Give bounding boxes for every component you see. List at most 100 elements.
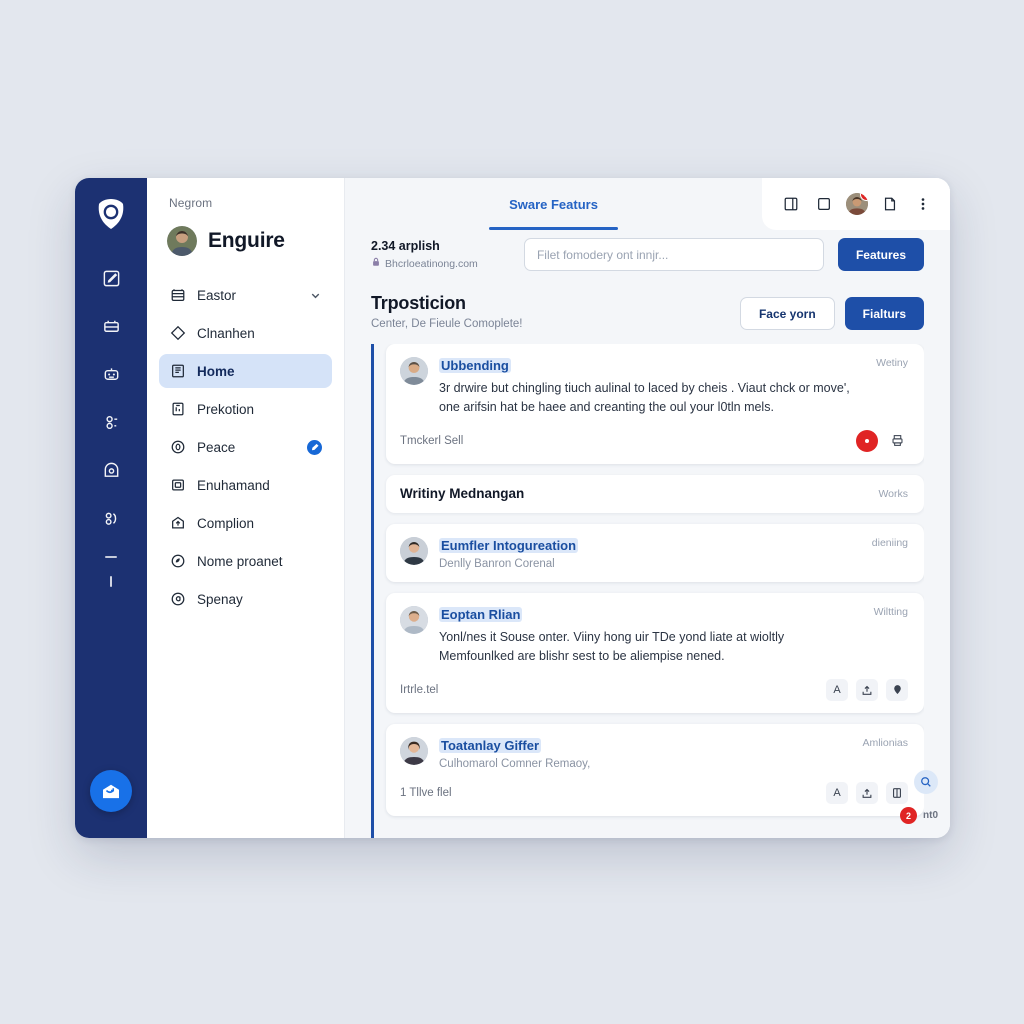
sidebar-item-nome-proanet[interactable]: Nome proanet bbox=[159, 544, 332, 578]
calendar-icon bbox=[169, 287, 186, 304]
account-avatar[interactable]: 1 bbox=[846, 193, 868, 215]
print-icon[interactable] bbox=[886, 430, 908, 452]
leaf-circle-icon bbox=[169, 553, 186, 570]
search-icon[interactable] bbox=[914, 770, 938, 794]
text-format-icon[interactable]: A bbox=[826, 781, 848, 804]
card-header: Eoptan Rlian Yonl/nes it Souse onter. Vi… bbox=[400, 605, 908, 667]
card-subtitle: Denlly Banron Corenal bbox=[439, 557, 555, 570]
more-vertical-icon[interactable] bbox=[912, 193, 934, 215]
notification-label: nt0 bbox=[923, 810, 938, 821]
edit-badge-icon[interactable] bbox=[307, 439, 322, 455]
upload-icon[interactable] bbox=[856, 781, 878, 804]
card-footer: Tmckerl Sell bbox=[400, 429, 908, 452]
card-body: Ubbending 3r drwire but chingling tiuch … bbox=[439, 357, 855, 418]
at-circle-icon bbox=[169, 591, 186, 608]
sidebar-item-clnanhen[interactable]: Clnanhen bbox=[159, 316, 332, 350]
book-icon bbox=[169, 363, 186, 380]
feed-list: Ubbending 3r drwire but chingling tiuch … bbox=[371, 344, 924, 838]
text-format-icon[interactable]: A bbox=[826, 678, 848, 701]
sidebar-item-prekotion[interactable]: Prekotion bbox=[159, 392, 332, 426]
floating-notification[interactable]: 2 nt0 bbox=[900, 807, 938, 824]
sidebar-item-label: Nome proanet bbox=[197, 553, 283, 569]
sidebar-item-label: Peace bbox=[197, 439, 236, 455]
icon-rail bbox=[75, 178, 147, 838]
filter-subtitle-row: Bhcrloeatinong.com bbox=[371, 257, 491, 270]
filter-subtitle: Bhcrloeatinong.com bbox=[385, 257, 478, 270]
chevron-down-icon[interactable] bbox=[309, 289, 322, 302]
list-item[interactable]: Writiny Mednangan Works bbox=[386, 474, 924, 513]
status-badge: dieniing bbox=[871, 536, 908, 549]
card-header: Ubbending 3r drwire but chingling tiuch … bbox=[400, 357, 908, 418]
brand-label: Negrom bbox=[169, 196, 213, 210]
card-footer: 1 Tllve flel A bbox=[400, 781, 908, 804]
sidebar-item-eastor[interactable]: Eastor bbox=[159, 278, 332, 312]
sidebar-user[interactable]: Enguire bbox=[159, 226, 332, 256]
list-item[interactable]: Eoptan Rlian Yonl/nes it Souse onter. Vi… bbox=[386, 592, 924, 713]
avatar bbox=[400, 357, 428, 385]
upload-box-icon bbox=[169, 515, 186, 532]
sidebar-item-label: Eastor bbox=[197, 287, 237, 303]
status-badge: Works bbox=[878, 487, 908, 500]
search-input[interactable] bbox=[523, 238, 824, 271]
card-author[interactable]: Toatanlay Giffer bbox=[439, 737, 542, 753]
zero-circle-icon bbox=[169, 439, 186, 456]
tab-sware-featurs[interactable]: Sware Featurs bbox=[489, 178, 618, 230]
sidebar-item-spenay[interactable]: Spenay bbox=[159, 582, 332, 616]
card-subtitle: Culhomarol Comner Remaoy, bbox=[439, 757, 591, 770]
card-body: Eumfler Intogureation Denlly Banron Core… bbox=[439, 537, 851, 570]
sidebar-user-name: Enguire bbox=[208, 229, 285, 252]
attachment-icon[interactable] bbox=[886, 781, 908, 804]
sidebar-item-label: Complion bbox=[197, 515, 255, 531]
workflow-icon[interactable] bbox=[93, 404, 129, 440]
avatar bbox=[400, 605, 428, 634]
record-icon[interactable] bbox=[856, 429, 878, 452]
rail-indicator bbox=[110, 576, 112, 587]
page-header-actions: Face yorn Fialturs bbox=[739, 293, 924, 330]
page-header: Trposticion Center, De Fieule Comoplete!… bbox=[371, 293, 924, 330]
card-text: Yonl/nes it Souse onter. Viiny hong uir … bbox=[439, 629, 785, 664]
card-author[interactable]: Eumfler Intogureation bbox=[439, 537, 579, 553]
list-item[interactable]: Toatanlay Giffer Culhomarol Comner Remao… bbox=[386, 723, 924, 816]
robot-icon[interactable] bbox=[93, 356, 129, 392]
card-author[interactable]: Ubbending bbox=[439, 358, 511, 373]
upload-icon[interactable] bbox=[856, 678, 878, 701]
card-footer-label: 1 Tllve flel bbox=[400, 786, 452, 799]
fialturs-button[interactable]: Fialturs bbox=[844, 297, 924, 330]
sidebar-item-label: Spenay bbox=[197, 591, 243, 607]
sidebar-item-peace[interactable]: Peace bbox=[159, 430, 332, 464]
square-icon[interactable] bbox=[813, 193, 835, 215]
list-item[interactable]: Ubbending 3r drwire but chingling tiuch … bbox=[386, 344, 924, 464]
sidebar-item-enuhamand[interactable]: Enuhamand bbox=[159, 468, 332, 502]
sidebar-item-home[interactable]: Home bbox=[159, 354, 332, 388]
sidebar-item-label: Clnanhen bbox=[197, 325, 255, 341]
card-header: Toatanlay Giffer Culhomarol Comner Remao… bbox=[400, 736, 908, 770]
card-actions: A bbox=[826, 678, 908, 701]
page-subtitle: Center, De Fieule Comoplete! bbox=[371, 318, 523, 330]
compose-icon[interactable] bbox=[93, 260, 129, 296]
list-item[interactable]: Eumfler Intogureation Denlly Banron Core… bbox=[386, 523, 924, 582]
face-yorn-button[interactable]: Face yorn bbox=[739, 297, 835, 330]
sidebar-item-label: Enuhamand bbox=[197, 477, 270, 493]
card-body: Eoptan Rlian Yonl/nes it Souse onter. Vi… bbox=[439, 606, 853, 667]
avatar bbox=[400, 736, 428, 765]
top-bar-actions: 1 bbox=[762, 178, 950, 230]
inbox-icon[interactable] bbox=[93, 308, 129, 344]
sidebar-item-complion[interactable]: Complion bbox=[159, 506, 332, 540]
file-icon[interactable] bbox=[879, 193, 901, 215]
sidebar-item-label: Home bbox=[197, 363, 235, 379]
card-footer-label: Tmckerl Sell bbox=[400, 434, 464, 447]
location-pin-icon[interactable] bbox=[886, 678, 908, 701]
card-icon bbox=[169, 477, 186, 494]
status-badge: Wetiny bbox=[876, 357, 908, 369]
layout-panel-icon[interactable] bbox=[780, 193, 802, 215]
features-button[interactable]: Features bbox=[837, 238, 924, 271]
mail-open-icon[interactable] bbox=[90, 770, 132, 812]
sidebar-item-label: Prekotion bbox=[197, 401, 255, 417]
shield-refresh-logo[interactable] bbox=[91, 194, 131, 234]
filter-title: 2.34 arplish bbox=[371, 238, 440, 253]
contacts-icon[interactable] bbox=[93, 500, 129, 536]
card-author[interactable]: Eoptan Rlian bbox=[439, 606, 523, 622]
archive-icon[interactable] bbox=[93, 452, 129, 488]
banner-title: Writiny Mednangan bbox=[400, 486, 525, 502]
avatar bbox=[167, 226, 197, 256]
